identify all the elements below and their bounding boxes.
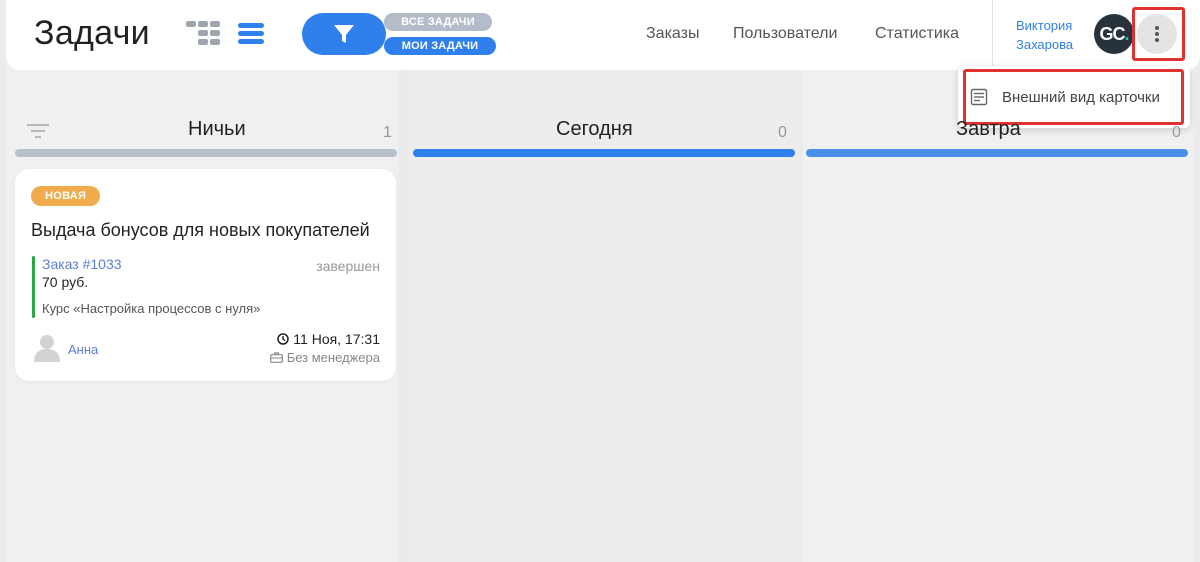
due-date: 11 Ноя, 17:31 [277, 331, 380, 347]
order-status: завершен [316, 258, 380, 274]
avatar-initials: GC [1099, 23, 1125, 44]
page-title: Задачи [34, 14, 150, 52]
column-title-today: Сегодня [556, 118, 633, 140]
nav-orders[interactable]: Заказы [646, 25, 699, 43]
column-title-tomorrow: Завтра [956, 118, 1021, 140]
order-link[interactable]: Заказ #1033 [42, 256, 122, 272]
order-price: 70 руб. [42, 274, 89, 290]
nav-users[interactable]: Пользователи [733, 25, 837, 43]
list-view-icon [238, 23, 264, 44]
all-tasks-toggle[interactable]: ВСЕ ЗАДАЧИ [384, 13, 492, 31]
column-bar-tomorrow [806, 149, 1188, 157]
list-view-button[interactable] [238, 21, 264, 52]
order-status-bar [32, 256, 35, 318]
order-course: Курс «Настройка процессов с нуля» [42, 301, 261, 316]
user-last-name: Захарова [1016, 37, 1074, 52]
grid-view-icon [186, 21, 220, 45]
header-divider [992, 0, 993, 70]
manager-text: Без менеджера [286, 350, 380, 365]
due-date-text: 11 Ноя, 17:31 [293, 331, 380, 347]
my-tasks-toggle[interactable]: МОИ ЗАДАЧИ [384, 37, 496, 55]
nav-statistics[interactable]: Статистика [875, 25, 959, 43]
funnel-icon [334, 25, 354, 43]
top-header: Задачи ВСЕ ЗАДАЧИ МОИ ЗАДАЧИ Заказы Поль… [6, 0, 1200, 70]
column-count-tomorrow: 0 [1172, 124, 1181, 141]
assignee-name[interactable]: Анна [68, 342, 98, 357]
highlight-menu-item [963, 69, 1184, 125]
user-avatar[interactable]: GC. [1094, 14, 1134, 54]
grid-view-button[interactable] [186, 21, 226, 52]
filter-button[interactable] [302, 13, 386, 55]
user-placeholder-icon [34, 335, 60, 362]
sort-icon [27, 124, 49, 138]
clock-icon [277, 333, 290, 345]
column-count-today: 0 [778, 124, 787, 141]
sort-button[interactable] [27, 124, 49, 143]
column-bar-unassigned [15, 149, 397, 157]
column-title-unassigned: Ничьи [188, 118, 246, 140]
briefcase-icon [269, 352, 283, 363]
task-title: Выдача бонусов для новых покупателей [31, 220, 370, 240]
manager-info: Без менеджера [269, 350, 380, 365]
user-name-link[interactable]: Виктория Захарова [1016, 16, 1098, 54]
avatar-dot: . [1124, 23, 1129, 44]
column-count-unassigned: 1 [383, 124, 392, 141]
highlight-more-button [1132, 7, 1185, 61]
assignee-avatar [32, 332, 62, 367]
column-bar-today [413, 149, 795, 157]
status-badge: НОВАЯ [31, 186, 101, 206]
task-card[interactable]: НОВАЯ Выдача бонусов для новых покупател… [15, 169, 396, 381]
user-first-name: Виктория [1016, 18, 1073, 33]
